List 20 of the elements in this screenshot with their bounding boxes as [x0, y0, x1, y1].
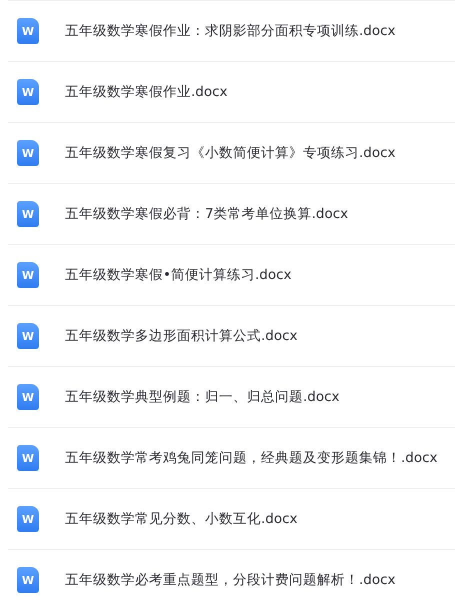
file-name[interactable]: 五年级数学寒假•简便计算练习.docx [65, 266, 292, 284]
word-file-icon: W [17, 140, 39, 166]
word-file-icon: W [17, 201, 39, 227]
word-file-icon: W [17, 323, 39, 349]
file-name[interactable]: 五年级数学寒假复习《小数简便计算》专项练习.docx [65, 144, 396, 162]
file-name[interactable]: 五年级数学寒假作业.docx [65, 83, 228, 101]
file-name[interactable]: 五年级数学必考重点题型，分段计费问题解析！.docx [65, 571, 396, 589]
file-name[interactable]: 五年级数学典型例题：归一、归总问题.docx [65, 388, 340, 406]
file-name[interactable]: 五年级数学多边形面积计算公式.docx [65, 327, 298, 345]
file-name[interactable]: 五年级数学常见分数、小数互化.docx [65, 510, 298, 528]
word-file-icon: W [17, 445, 39, 471]
word-file-icon: W [17, 262, 39, 288]
word-file-icon: W [17, 79, 39, 105]
file-name[interactable]: 五年级数学寒假作业：求阴影部分面积专项训练.docx [65, 22, 396, 40]
file-name[interactable]: 五年级数学常考鸡兔同笼问题，经典题及变形题集锦！.docx [65, 449, 438, 467]
word-file-icon: W [17, 567, 39, 593]
word-file-icon: W [17, 384, 39, 410]
file-name[interactable]: 五年级数学寒假必背：7类常考单位换算.docx [65, 205, 348, 223]
word-file-icon: W [17, 18, 39, 44]
word-file-icon: W [17, 506, 39, 532]
